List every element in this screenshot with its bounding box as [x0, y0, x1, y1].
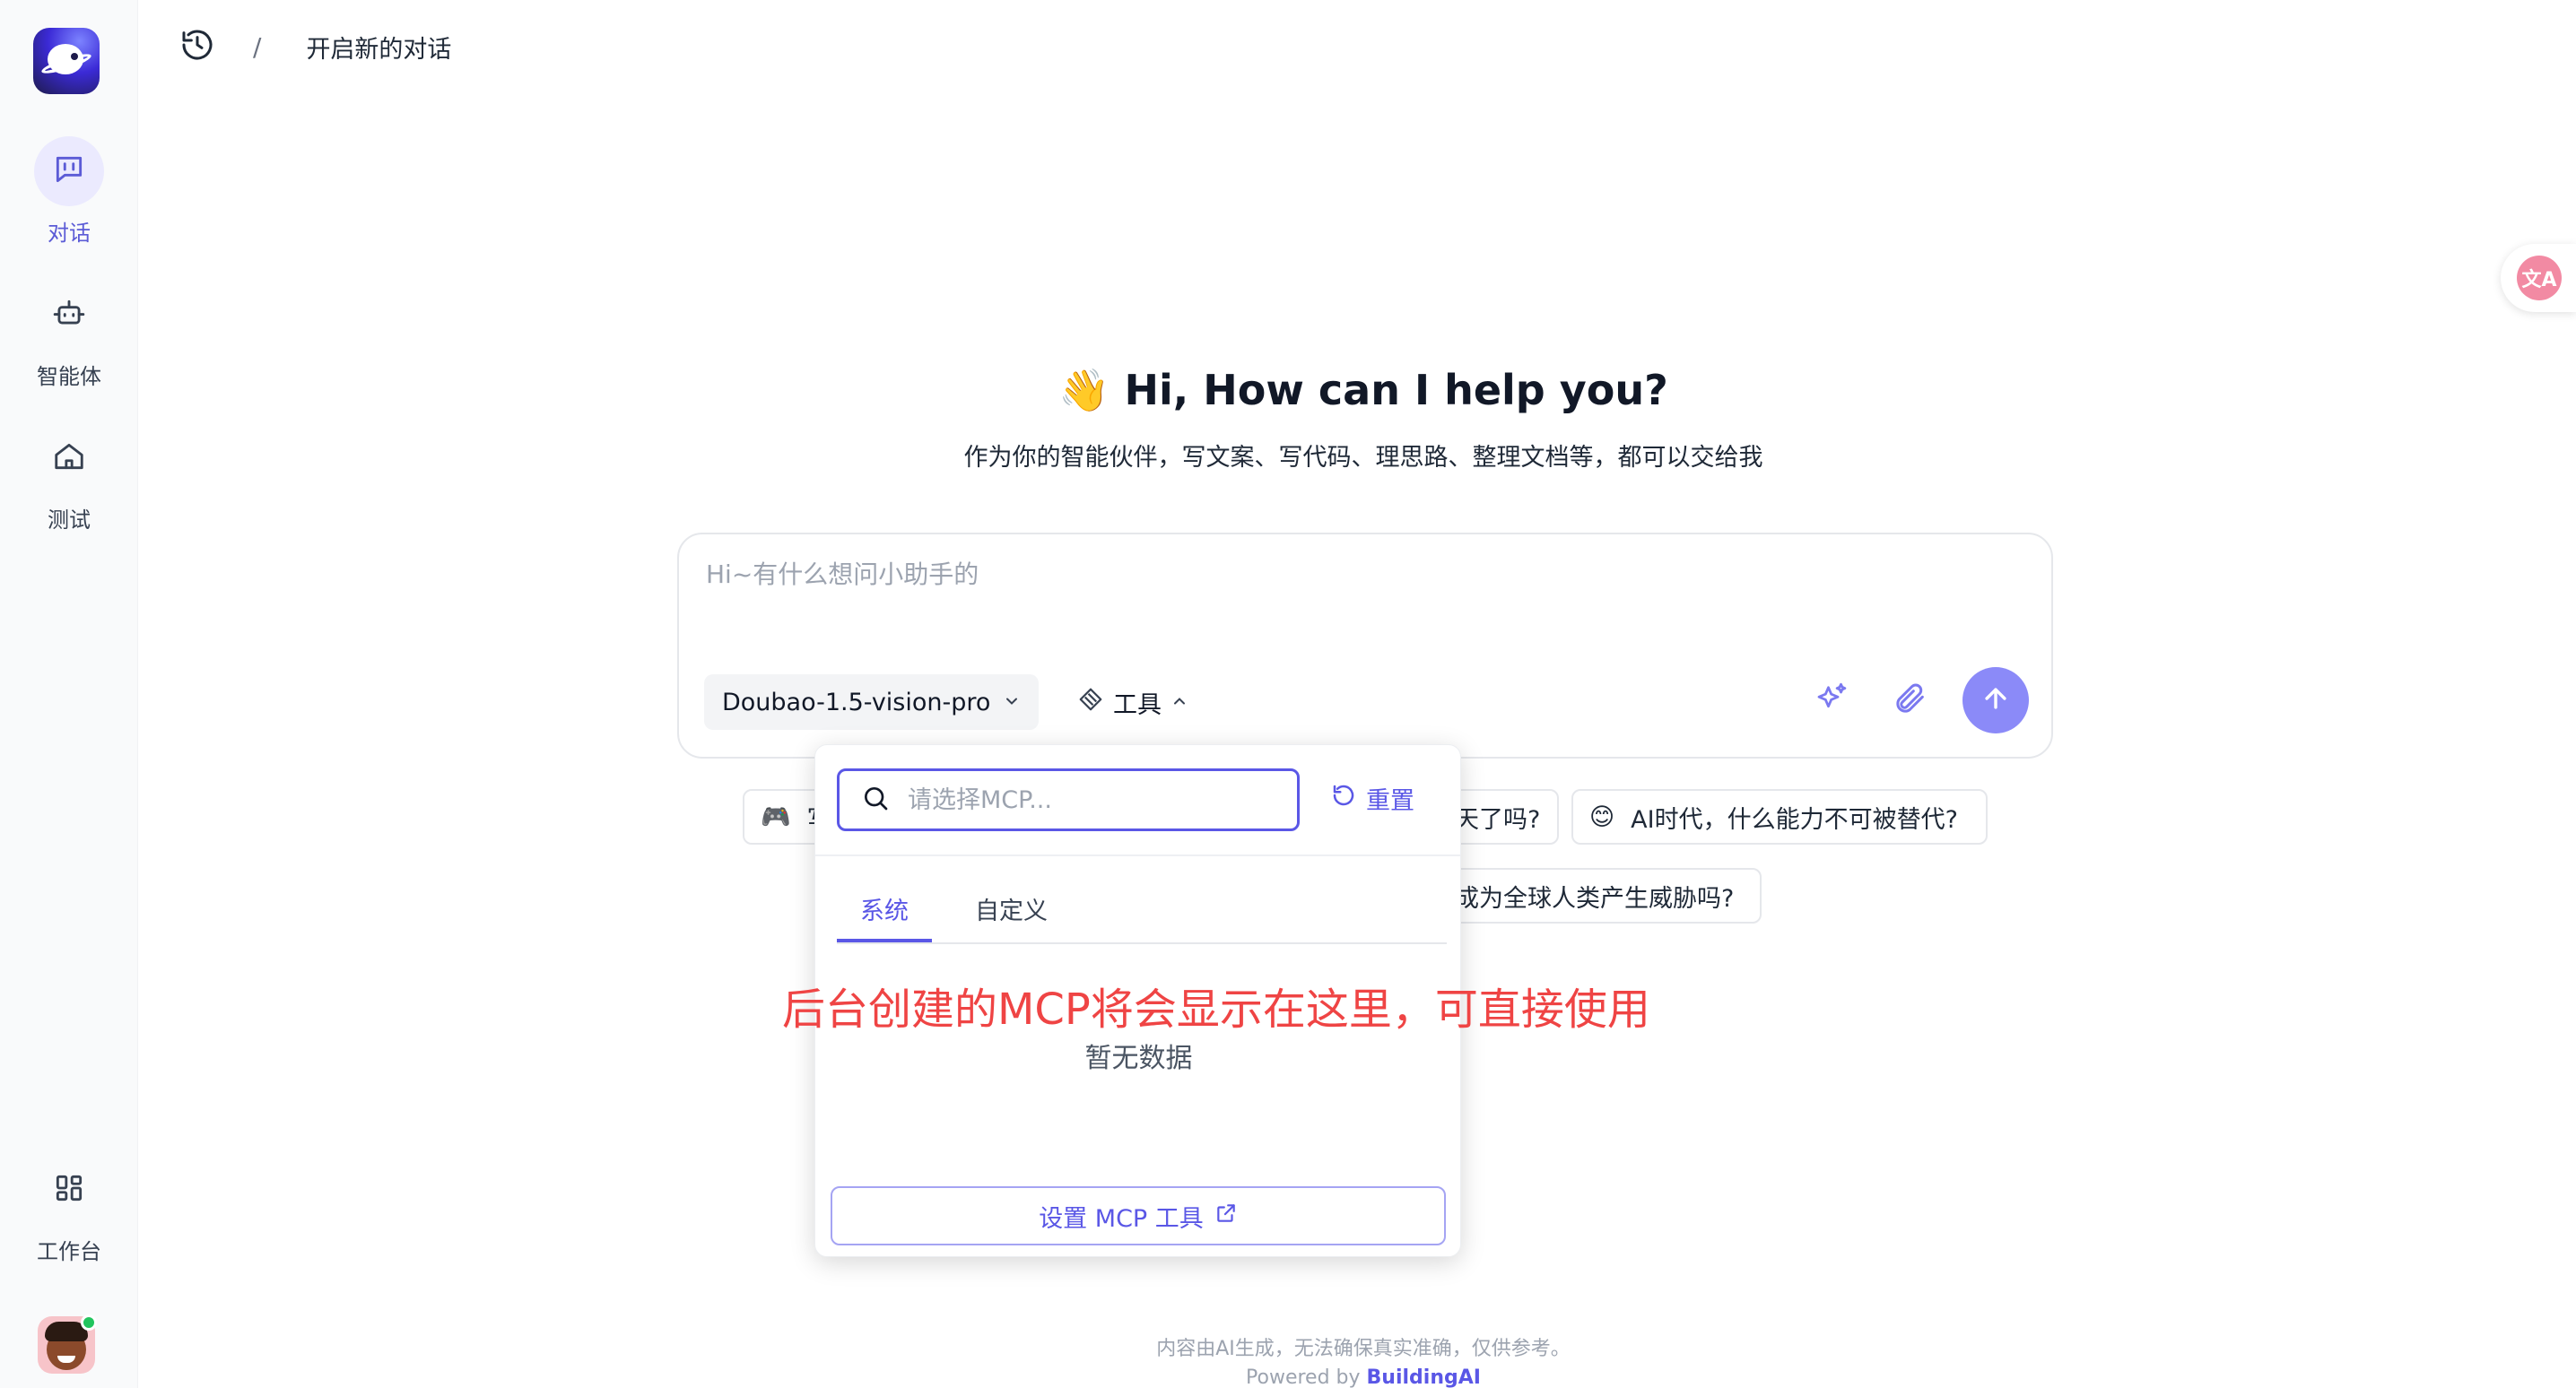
gamepad-emoji: 🎮 [761, 803, 791, 831]
mcp-search-input[interactable] [908, 785, 1284, 814]
sidebar-item-chat[interactable]: 对话 [0, 136, 138, 247]
sparkle-button[interactable] [1800, 669, 1863, 732]
chat-composer: Doubao-1.5-vision-pro 工具 [677, 533, 2053, 759]
sparkle-icon [1813, 680, 1850, 721]
translate-icon: 文A [2517, 256, 2562, 300]
disclaimer-text: 内容由AI生成，无法确保真实准确，仅供参考。 [1156, 1338, 1571, 1360]
wave-emoji: 👋 [1058, 366, 1110, 414]
chat-icon [52, 152, 86, 190]
tools-button[interactable]: 工具 [1077, 674, 1188, 730]
divider [815, 854, 1460, 856]
tab-system[interactable]: 系统 [837, 889, 932, 942]
configure-mcp-button[interactable]: 设置 MCP 工具 [831, 1186, 1446, 1245]
external-link-icon [1214, 1201, 1238, 1231]
suggestion-chip[interactable]: 😊 AI时代，什么能力不可被替代? [1571, 789, 1988, 845]
powered-by: Powered by BuildingAI [0, 1366, 2576, 1388]
breadcrumb-separator: / [253, 31, 262, 62]
sidebar-item-workbench[interactable]: 工作台 [0, 1155, 138, 1265]
refresh-icon [1330, 782, 1357, 815]
layers-icon [1077, 686, 1104, 719]
mcp-search-field[interactable] [837, 768, 1300, 831]
empty-state: 暂无数据 [1084, 1043, 1193, 1074]
search-icon [861, 784, 890, 816]
tab-custom[interactable]: 自定义 [952, 889, 1071, 942]
powered-prefix: Powered by [1246, 1366, 1361, 1388]
chevron-down-icon [1003, 689, 1021, 716]
grid-icon [52, 1171, 86, 1209]
history-icon[interactable] [179, 27, 215, 66]
sidebar-item-label: 测试 [48, 507, 91, 533]
model-selector[interactable]: Doubao-1.5-vision-pro [704, 674, 1040, 730]
hero-title: 👋 Hi, How can I help you? [0, 366, 2576, 415]
chip-text: AI时代，什么能力不可被替代? [1631, 805, 1958, 834]
annotation-text: 后台创建的MCP将会显示在这里，可直接使用 [782, 985, 1650, 1035]
brand-link[interactable]: BuildingAI [1367, 1366, 1481, 1388]
hero-title-text: Hi, How can I help you? [1124, 366, 1668, 414]
breadcrumb: / 开启新的对话 [179, 27, 451, 66]
paperclip-icon [1893, 681, 1928, 720]
tools-label: 工具 [1113, 690, 1162, 719]
mcp-tabs: 系统 自定义 [837, 889, 1447, 944]
smile-emoji: 😊 [1589, 802, 1615, 831]
attach-button[interactable] [1879, 669, 1942, 732]
send-button[interactable] [1962, 667, 2029, 733]
model-name: Doubao-1.5-vision-pro [722, 688, 991, 716]
chevron-up-icon [1171, 689, 1188, 716]
chip-text: 天了吗? [1455, 805, 1541, 834]
translate-button[interactable]: 文A [2501, 244, 2576, 312]
sidebar-item-label: 工作台 [37, 1239, 101, 1264]
suggestion-chip[interactable]: 成为全球人类产生威胁吗? [1426, 868, 1762, 924]
online-status-dot [81, 1314, 97, 1331]
reset-label: 重置 [1366, 787, 1414, 815]
arrow-up-icon [1980, 683, 2011, 717]
sidebar: 对话 智能体 测试 工作台 [0, 0, 138, 1388]
configure-mcp-label: 设置 MCP 工具 [1039, 1204, 1204, 1233]
hero-subtitle: 作为你的智能伙伴，写文案、写代码、理思路、整理文档等，都可以交给我 [963, 444, 1763, 472]
page-title: 开启新的对话 [306, 35, 452, 64]
chip-text: 成为全球人类产生威胁吗? [1455, 884, 1735, 913]
sidebar-item-label: 对话 [48, 221, 91, 246]
reset-button[interactable]: 重置 [1330, 781, 1414, 816]
robot-icon [52, 296, 86, 334]
chat-input[interactable] [706, 556, 1962, 592]
app-logo[interactable] [33, 28, 100, 94]
